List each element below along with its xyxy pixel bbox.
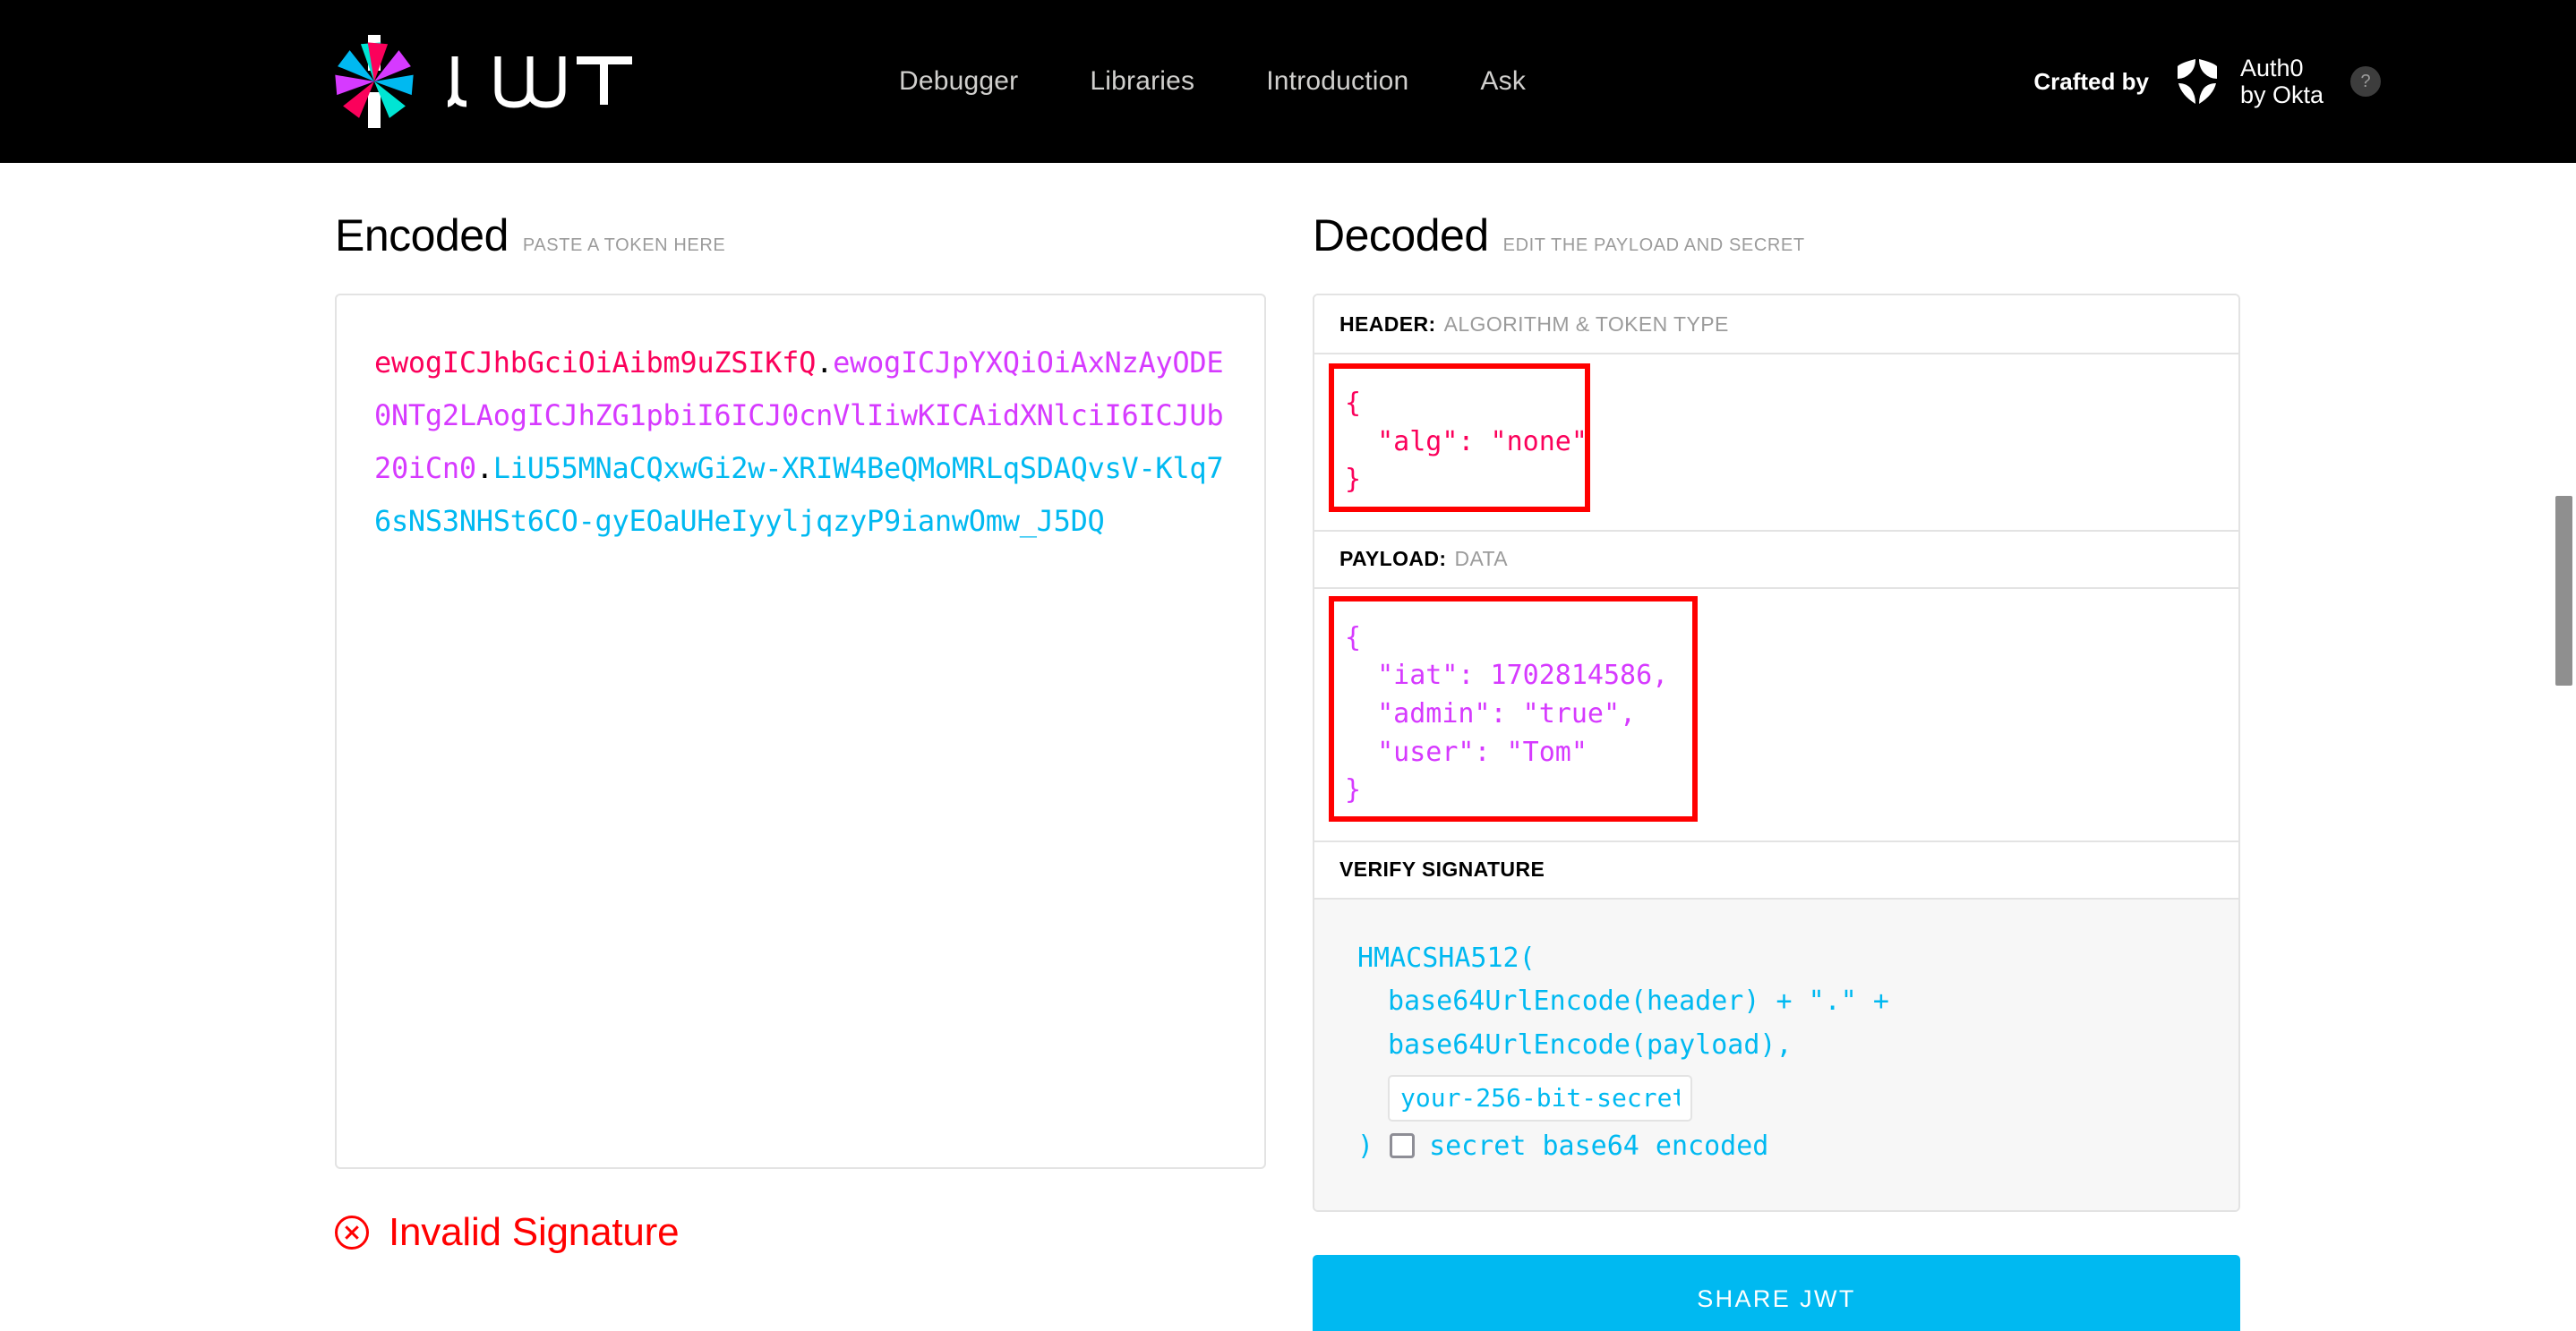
share-jwt-button[interactable]: SHARE JWT	[1313, 1254, 2240, 1331]
signature-status: Invalid Signature	[335, 1210, 1266, 1255]
token-separator-2: .	[475, 450, 493, 485]
close-paren: )	[1357, 1130, 1374, 1162]
auth0-wordmark: Auth0 by Okta	[2240, 55, 2324, 108]
crafted-by-label: Crafted by	[2033, 67, 2149, 95]
header-json-editor[interactable]: { "alg": "none" }	[1314, 354, 2238, 530]
token-separator-1: .	[816, 346, 834, 380]
header-label-text: HEADER:	[1339, 311, 1436, 336]
top-navigation-bar: Debugger Libraries Introduction Ask Craf…	[0, 0, 2576, 163]
decoded-panel: HEADER: ALGORITHM & TOKEN TYPE { "alg": …	[1313, 294, 2240, 1212]
encoded-section-header: Encoded PASTE A TOKEN HERE	[335, 163, 1266, 261]
nav-link-debugger[interactable]: Debugger	[899, 66, 1018, 97]
decoded-column: Decoded EDIT THE PAYLOAD AND SECRET HEAD…	[1313, 163, 2240, 1331]
decoded-title: Decoded	[1313, 210, 1489, 260]
verify-close-row: ) secret base64 encoded	[1357, 1130, 2195, 1162]
page-scrollbar-track[interactable]	[2550, 163, 2576, 1331]
header-panel-label: HEADER: ALGORITHM & TOKEN TYPE	[1314, 295, 2238, 354]
secret-input[interactable]	[1388, 1074, 1692, 1122]
token-header-segment: ewogICJhbGciOiAibm9uZSIKfQ	[374, 346, 817, 380]
token-signature-segment: LiU55MNaCQxwGi2w-XRIW4BeQMoMRLqSDAQvsV-K…	[374, 450, 1224, 538]
jwt-wordmark	[448, 52, 632, 111]
help-question-icon[interactable]: ?	[2350, 66, 2381, 97]
page-scrollbar-thumb[interactable]	[2555, 496, 2572, 686]
base64-header-line: base64UrlEncode(header) + "." +	[1388, 985, 1889, 1018]
jwt-starburst-logo-icon	[333, 35, 415, 128]
encoded-title: Encoded	[335, 210, 509, 260]
verify-signature-body: HMACSHA512( base64UrlEncode(header) + ".…	[1314, 899, 2238, 1210]
auth0-line-1: Auth0	[2239, 54, 2304, 81]
header-sublabel: ALGORITHM & TOKEN TYPE	[1443, 311, 1729, 336]
auth0-line-2: by Okta	[2239, 81, 2324, 108]
decoded-section-header: Decoded EDIT THE PAYLOAD AND SECRET	[1313, 163, 2240, 261]
hmac-function-line: HMACSHA512(	[1357, 942, 1536, 974]
jwt-debugger-page: Debugger Libraries Introduction Ask Craf…	[0, 0, 2576, 1331]
header-json-text: { "alg": "none" }	[1345, 388, 1588, 496]
nav-link-introduction[interactable]: Introduction	[1266, 66, 1408, 97]
auth0-shield-icon	[2172, 54, 2222, 109]
base64-payload-line: base64UrlEncode(payload),	[1388, 1028, 1793, 1061]
crafted-by-auth0: Crafted by Auth0 by Okta ?	[2033, 54, 2381, 109]
verify-label-text: VERIFY SIGNATURE	[1339, 857, 1545, 882]
encoded-token-input[interactable]: ewogICJhbGciOiAibm9uZSIKfQ.ewogICJpYXQiO…	[335, 294, 1266, 1169]
payload-json-text: { "iat": 1702814586, "admin": "true", "u…	[1345, 621, 1669, 806]
payload-panel-label: PAYLOAD: DATA	[1314, 529, 2238, 589]
error-circle-x-icon	[335, 1216, 369, 1250]
base64-encoded-checkbox[interactable]	[1390, 1133, 1416, 1159]
verify-signature-label: VERIFY SIGNATURE	[1314, 840, 2238, 900]
encoded-column: Encoded PASTE A TOKEN HERE ewogICJhbGciO…	[335, 163, 1266, 1255]
base64-encoded-label: secret base64 encoded	[1429, 1130, 1769, 1162]
payload-sublabel: DATA	[1454, 547, 1509, 571]
nav-link-libraries[interactable]: Libraries	[1090, 66, 1194, 97]
signature-status-text: Invalid Signature	[389, 1210, 680, 1254]
payload-json-editor[interactable]: { "iat": 1702814586, "admin": "true", "u…	[1314, 588, 2238, 840]
payload-label-text: PAYLOAD:	[1339, 547, 1447, 571]
nav-link-ask[interactable]: Ask	[1480, 66, 1526, 97]
encoded-subtitle: PASTE A TOKEN HERE	[522, 235, 726, 255]
decoded-subtitle: EDIT THE PAYLOAD AND SECRET	[1502, 235, 1805, 255]
jwt-logo-home-link[interactable]	[333, 35, 632, 128]
jwt-token-text[interactable]: ewogICJhbGciOiAibm9uZSIKfQ.ewogICJpYXQiO…	[374, 337, 1227, 548]
primary-nav-links: Debugger Libraries Introduction Ask	[899, 66, 1526, 97]
